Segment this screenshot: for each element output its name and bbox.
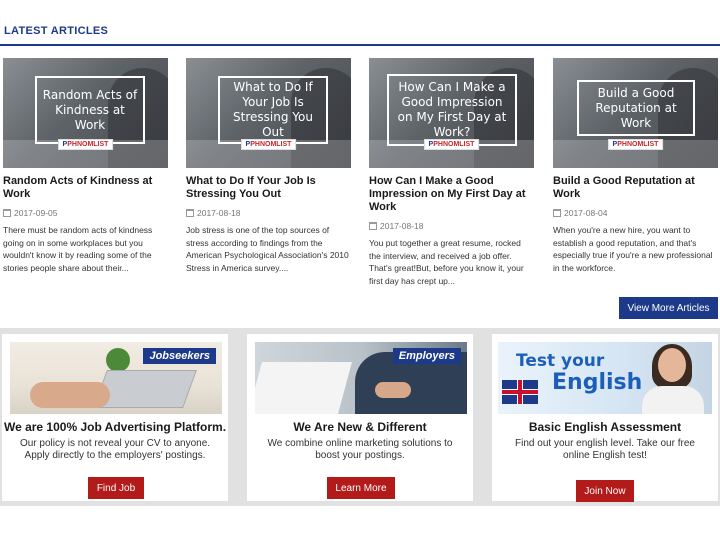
card-title: Basic English Assessment bbox=[528, 420, 682, 434]
thumbnail-caption-frame: Random Acts of Kindness at Work bbox=[35, 76, 145, 144]
thumbnail-caption-frame: What to Do If Your Job Is Stressing You … bbox=[218, 76, 328, 144]
employers-image: Employers bbox=[255, 342, 467, 414]
card-description: Our policy is not reveal your CV to anyo… bbox=[19, 438, 211, 461]
article-thumbnail[interactable]: How Can I Make a Good Impression on My F… bbox=[369, 58, 534, 168]
employers-card: Employers We Are New & Different We comb… bbox=[247, 334, 473, 501]
article-date: 2017-08-04 bbox=[553, 208, 718, 218]
find-job-button[interactable]: Find Job bbox=[88, 477, 144, 499]
article-excerpt: Job stress is one of the top sources of … bbox=[186, 225, 349, 273]
card-description: Find out your english level. Take our fr… bbox=[515, 438, 695, 461]
article-excerpt: When you're a new hire, you want to esta… bbox=[553, 225, 713, 273]
article-excerpt: You put together a great resume, rocked … bbox=[369, 238, 524, 286]
thumbnail-caption: Build a Good Reputation at Work bbox=[595, 85, 677, 130]
article-title[interactable]: Random Acts of Kindness at Work bbox=[3, 175, 168, 201]
learn-more-button[interactable]: Learn More bbox=[327, 477, 395, 499]
thumbnail-caption-frame: Build a Good Reputation at Work bbox=[577, 80, 695, 136]
jobseekers-image: Jobseekers bbox=[10, 342, 222, 414]
article-card[interactable]: How Can I Make a Good Impression on My F… bbox=[369, 58, 534, 287]
calendar-icon bbox=[3, 209, 11, 217]
english-test-card: Test your English Basic English Assessme… bbox=[492, 334, 718, 502]
thumbnail-caption: Random Acts of Kindness at Work bbox=[42, 87, 138, 132]
article-date: 2017-08-18 bbox=[186, 208, 351, 218]
brand-logo: PPHNOMLIST bbox=[423, 139, 480, 150]
article-card[interactable]: Random Acts of Kindness at Work PPHNOMLI… bbox=[3, 58, 168, 274]
card-title: We Are New & Different bbox=[293, 420, 427, 434]
uk-flag-icon bbox=[502, 380, 538, 404]
join-now-button[interactable]: Join Now bbox=[576, 480, 634, 502]
article-card[interactable]: What to Do If Your Job Is Stressing You … bbox=[186, 58, 351, 274]
article-title[interactable]: How Can I Make a Good Impression on My F… bbox=[369, 175, 534, 214]
thumbnail-caption: How Can I Make a Good Impression on My F… bbox=[397, 80, 507, 139]
english-test-banner[interactable]: Test your English bbox=[498, 342, 712, 414]
article-card[interactable]: Build a Good Reputation at Work PPHNOMLI… bbox=[553, 58, 718, 274]
calendar-icon bbox=[186, 209, 194, 217]
thumbnail-caption-frame: How Can I Make a Good Impression on My F… bbox=[387, 74, 517, 146]
thumbnail-caption: What to Do If Your Job Is Stressing You … bbox=[233, 80, 313, 139]
article-thumbnail[interactable]: Random Acts of Kindness at Work PPHNOMLI… bbox=[3, 58, 168, 168]
article-title[interactable]: What to Do If Your Job Is Stressing You … bbox=[186, 175, 351, 201]
jobseekers-tag: Jobseekers bbox=[143, 348, 216, 364]
employers-tag: Employers bbox=[392, 348, 461, 364]
article-thumbnail[interactable]: What to Do If Your Job Is Stressing You … bbox=[186, 58, 351, 168]
student-image bbox=[638, 342, 708, 414]
article-date: 2017-08-18 bbox=[369, 221, 534, 231]
card-description: We combine online marketing solutions to… bbox=[267, 438, 453, 461]
jobseekers-card: Jobseekers We are 100% Job Advertising P… bbox=[2, 334, 228, 501]
documents-image bbox=[255, 362, 352, 414]
calendar-icon bbox=[553, 209, 561, 217]
article-date: 2017-09-05 bbox=[3, 208, 168, 218]
article-title[interactable]: Build a Good Reputation at Work bbox=[553, 175, 718, 201]
brand-logo: PPHNOMLIST bbox=[240, 139, 297, 150]
section-header: LATEST ARTICLES bbox=[0, 18, 720, 46]
section-title: LATEST ARTICLES bbox=[4, 25, 109, 37]
brand-logo: PPHNOMLIST bbox=[607, 139, 664, 150]
calendar-icon bbox=[369, 222, 377, 230]
hands-image bbox=[30, 382, 110, 408]
article-excerpt: There must be random acts of kindness go… bbox=[3, 225, 153, 273]
view-more-articles-button[interactable]: View More Articles bbox=[619, 297, 718, 319]
plant-image bbox=[106, 348, 130, 372]
card-title: We are 100% Job Advertising Platform. bbox=[3, 420, 227, 434]
brand-logo: PPHNOMLIST bbox=[57, 139, 114, 150]
article-thumbnail[interactable]: Build a Good Reputation at Work PPHNOMLI… bbox=[553, 58, 718, 168]
